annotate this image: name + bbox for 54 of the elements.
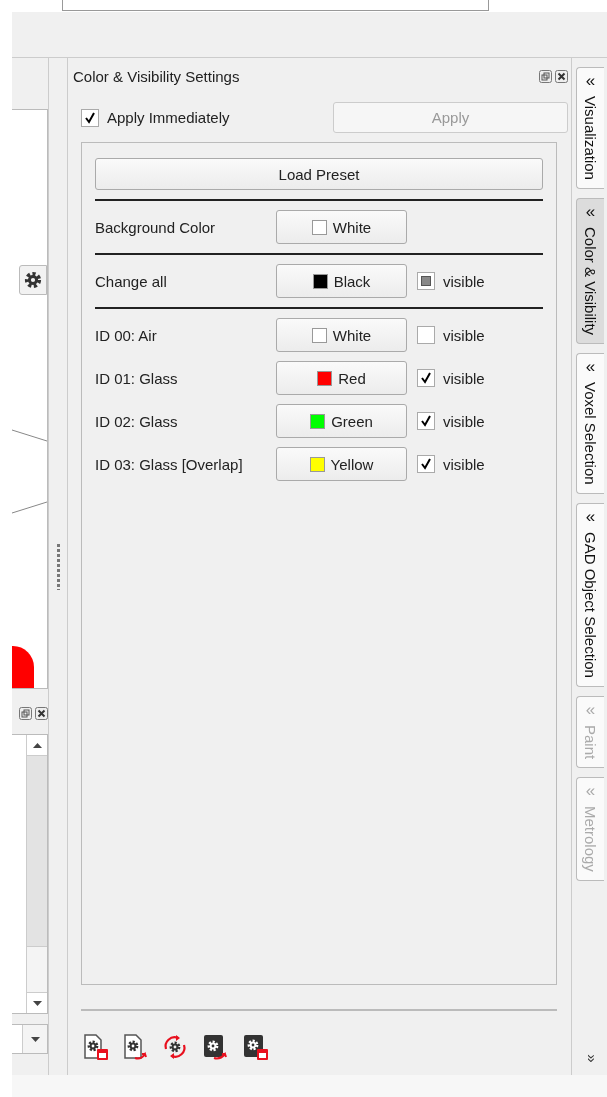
dark-document-gear-icon[interactable] — [241, 1033, 269, 1061]
chevron-icon: « — [585, 781, 596, 800]
overflow-button[interactable]: » — [583, 1054, 601, 1063]
close-icon[interactable] — [555, 69, 568, 83]
dark-document-gear-icon[interactable] — [201, 1033, 229, 1061]
dropdown[interactable] — [12, 1024, 48, 1054]
settings-icon — [24, 271, 42, 289]
row-label: Background Color — [95, 218, 217, 236]
float-icon[interactable] — [539, 69, 552, 83]
row-label: Change all — [95, 272, 168, 290]
close-icon[interactable] — [35, 707, 48, 720]
color-button[interactable]: White — [276, 318, 407, 352]
scroll-down-icon[interactable] — [32, 1000, 42, 1006]
float-icon[interactable] — [19, 707, 32, 720]
side-tab[interactable]: « Visualization — [576, 67, 604, 189]
visible-label: visible — [443, 272, 485, 290]
color-button[interactable]: Green — [276, 404, 407, 438]
checkbox[interactable] — [417, 272, 435, 290]
checkbox[interactable] — [81, 108, 99, 127]
visible-label: visible — [443, 455, 485, 473]
visible-label: visible — [443, 412, 485, 430]
scroll-up-icon[interactable] — [32, 742, 42, 748]
refresh-gear-icon[interactable] — [161, 1033, 189, 1061]
color-button[interactable]: White — [276, 210, 407, 244]
document-gear-icon[interactable] — [81, 1033, 109, 1061]
chevron-icon: « — [585, 358, 596, 377]
side-tab[interactable]: « Color & Visibility — [576, 197, 604, 345]
color-button[interactable]: Red — [276, 361, 407, 395]
color-button[interactable]: Yellow — [276, 447, 407, 481]
side-tab[interactable]: « GAD Object Selection — [576, 502, 604, 687]
row-label: ID 02: Glass — [95, 412, 179, 430]
chevron-icon: « — [585, 202, 596, 221]
chevron-icon: « — [585, 700, 596, 719]
checkbox[interactable] — [417, 326, 435, 344]
panel-title: Color & Visibility Settings — [73, 67, 240, 85]
visible-label: visible — [443, 369, 485, 387]
side-tab[interactable]: « Voxel Selection — [576, 353, 604, 494]
row-label: ID 03: Glass [Overlap] — [95, 455, 244, 473]
checkbox[interactable] — [417, 369, 435, 387]
load-preset-button[interactable]: Load Preset — [95, 158, 543, 190]
settings-button[interactable] — [19, 265, 47, 295]
scrollbar[interactable] — [26, 735, 47, 1013]
splitter-handle[interactable] — [56, 543, 60, 590]
checkbox-label: Apply Immediately — [107, 109, 230, 126]
color-button[interactable]: Black — [276, 264, 407, 298]
document-gear-icon[interactable] — [121, 1033, 149, 1061]
dropdown-arrow-icon — [30, 1036, 40, 1042]
chevron-icon: « — [585, 507, 596, 526]
chevron-icon: « — [585, 72, 596, 90]
checkbox[interactable] — [417, 455, 435, 473]
visible-label: visible — [443, 326, 485, 344]
checkbox[interactable] — [417, 412, 435, 430]
row-label: ID 01: Glass — [95, 369, 179, 387]
row-label: ID 00: Air — [95, 326, 158, 344]
